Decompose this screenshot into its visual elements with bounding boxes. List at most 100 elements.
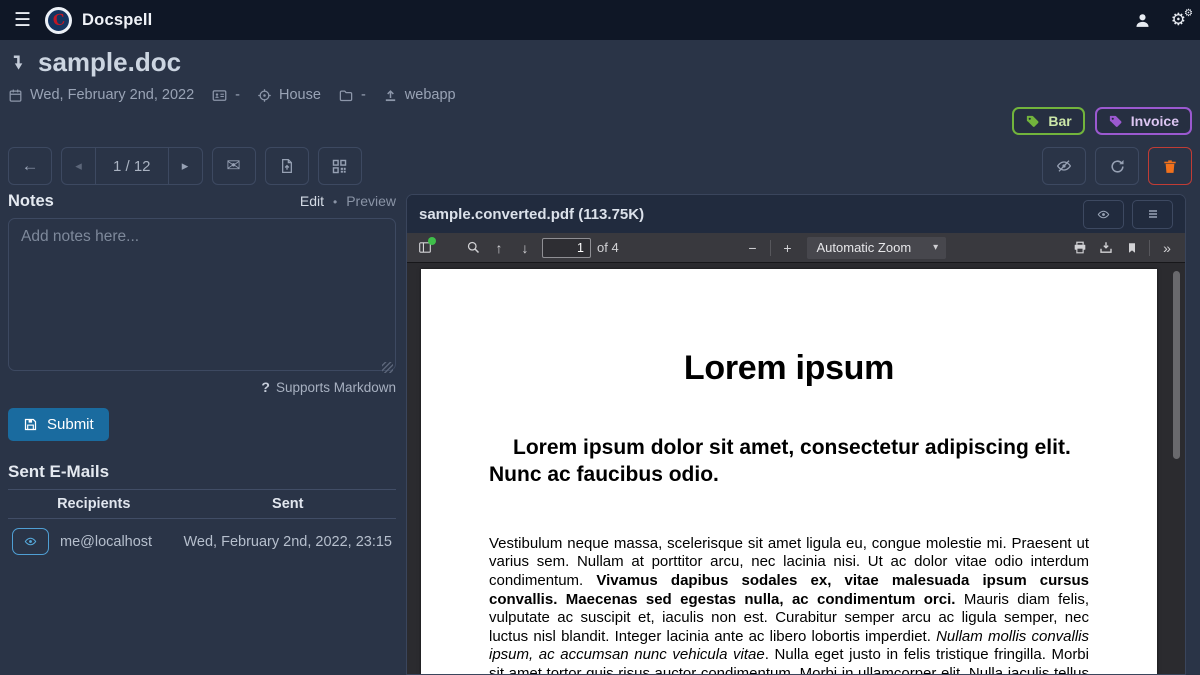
envelope-icon: ✉ (226, 156, 240, 176)
notes-heading: Notes (8, 192, 54, 211)
send-mail-button[interactable]: ✉ (212, 147, 256, 185)
print-button[interactable] (1067, 236, 1093, 260)
menu-bars-icon (1146, 208, 1160, 220)
qr-code-button[interactable] (318, 147, 362, 185)
tools-expand-button[interactable]: » (1154, 236, 1180, 260)
sent-emails-table: Recipients Sent me (8, 489, 396, 561)
zoom-in-button[interactable]: + (775, 236, 801, 260)
brand-link[interactable]: C Docspell (45, 7, 152, 34)
crosshair-icon (257, 88, 272, 103)
zoom-level-value: Automatic Zoom (817, 240, 912, 255)
document-title-text: sample.doc (38, 47, 181, 78)
markdown-hint: ? Supports Markdown (8, 379, 396, 395)
find-button[interactable] (460, 236, 486, 260)
page-down-button[interactable]: ↓ (512, 236, 538, 260)
attachment-filename: sample.converted.pdf (113.75K) (419, 206, 644, 223)
notification-dot (428, 237, 436, 245)
back-button[interactable]: ← (8, 147, 52, 185)
sent-email-row: me@localhost Wed, February 2nd, 2022, 23… (8, 519, 396, 562)
download-button[interactable] (1093, 236, 1119, 260)
meta-correspondent: - (211, 87, 240, 103)
add-files-button[interactable] (265, 147, 309, 185)
download-arrow-icon (8, 52, 28, 74)
notes-input[interactable] (8, 218, 396, 371)
attachment-preview-panel: sample.converted.pdf (113.75K) (406, 194, 1186, 675)
meta-date-text: Wed, February 2nd, 2022 (30, 87, 194, 103)
meta-concerning-text: House (279, 87, 321, 103)
pagination-control: ◂ 1 / 12 ▸ (61, 147, 203, 185)
docspell-logo: C (45, 7, 72, 34)
pdf-scrollbar-thumb[interactable] (1173, 271, 1180, 459)
view-email-button[interactable] (12, 528, 49, 555)
next-icon: ▸ (182, 158, 189, 174)
pdfjs-toolbar: ↑ ↓ of 4 − + Automatic Zoom ▾ (407, 233, 1185, 263)
eye-icon (1096, 208, 1111, 221)
toolbar-right-group (1042, 147, 1192, 185)
folder-icon (338, 88, 354, 103)
reprocess-button[interactable] (1095, 147, 1139, 185)
page-indicator: 1 / 12 (96, 148, 168, 184)
notes-edit-link[interactable]: Edit (300, 193, 324, 209)
bookmark-button[interactable] (1119, 236, 1145, 260)
meta-correspondent-text: - (235, 87, 240, 103)
email-sent-date: Wed, February 2nd, 2022, 23:15 (179, 519, 396, 562)
meta-date: Wed, February 2nd, 2022 (8, 87, 194, 103)
bookmark-icon (1126, 241, 1138, 255)
back-arrow-icon: ← (22, 156, 39, 176)
tag-icon (1025, 114, 1040, 129)
markdown-help-icon[interactable]: ? (261, 379, 270, 395)
meta-folder-text: - (361, 87, 366, 103)
notes-preview-link[interactable]: Preview (346, 193, 396, 209)
user-icon[interactable] (1134, 12, 1151, 29)
chevron-down-icon: ▾ (933, 242, 938, 253)
pdf-page: Lorem ipsum Lorem ipsum dolor sit amet, … (421, 269, 1157, 674)
download-icon (1098, 240, 1114, 255)
settings-gears-icon[interactable]: ⚙ ⚙ (1171, 10, 1186, 30)
save-icon (23, 417, 38, 432)
sidebar-toggle-button[interactable] (412, 236, 438, 260)
brand-name: Docspell (82, 11, 152, 30)
attachment-menu-button[interactable] (1132, 200, 1173, 229)
attachment-view-button[interactable] (1083, 200, 1124, 229)
pdf-viewer-area: Lorem ipsum Lorem ipsum dolor sit amet, … (407, 263, 1185, 674)
submit-notes-button[interactable]: Submit (8, 408, 109, 441)
delete-button[interactable] (1148, 147, 1192, 185)
page-count-label: of 4 (597, 240, 619, 255)
upload-icon (383, 88, 398, 103)
zoom-out-button[interactable]: − (740, 236, 766, 260)
qr-code-icon (331, 158, 348, 175)
column-recipients: Recipients (8, 490, 179, 519)
unconfirm-button[interactable] (1042, 147, 1086, 185)
zoom-level-select[interactable]: Automatic Zoom ▾ (807, 237, 947, 259)
email-recipient: me@localhost (60, 534, 152, 550)
pdf-document-heading: Lorem ipsum dolor sit amet, consectetur … (489, 435, 1089, 489)
tag-bar[interactable]: Bar (1012, 107, 1084, 135)
textarea-resize-handle[interactable] (382, 362, 393, 373)
hamburger-menu-icon[interactable]: ☰ (14, 11, 31, 30)
tags-row: Bar Invoice (1012, 107, 1192, 135)
eye-slash-icon (1055, 158, 1073, 174)
tag-label: Invoice (1131, 113, 1179, 129)
meta-source-text: webapp (405, 87, 456, 103)
column-sent: Sent (179, 490, 396, 519)
sent-emails-heading: Sent E-Mails (8, 462, 396, 482)
meta-source: webapp (383, 87, 456, 103)
next-item-button[interactable]: ▸ (168, 148, 202, 184)
item-toolbar: ← ◂ 1 / 12 ▸ ✉ (8, 147, 1192, 185)
prev-item-button[interactable]: ◂ (62, 148, 96, 184)
page-up-button[interactable]: ↑ (486, 236, 512, 260)
document-header: sample.doc Wed, February 2nd, 2022 (8, 47, 456, 103)
submit-label: Submit (47, 416, 94, 433)
tag-invoice[interactable]: Invoice (1095, 107, 1192, 135)
markdown-hint-text[interactable]: Supports Markdown (276, 380, 396, 395)
tag-icon (1108, 114, 1123, 129)
page-number-input[interactable] (542, 238, 591, 258)
pdf-document-title: Lorem ipsum (489, 349, 1089, 388)
docspell-app: ☰ C Docspell ⚙ ⚙ s (0, 0, 1200, 675)
file-upload-icon (279, 157, 295, 175)
address-card-icon (211, 88, 228, 103)
pdf-paragraph: Vestibulum neque massa, scelerisque sit … (489, 535, 1089, 674)
tag-label: Bar (1048, 113, 1071, 129)
document-meta-row: Wed, February 2nd, 2022 - (8, 87, 456, 103)
top-navbar: ☰ C Docspell ⚙ ⚙ (0, 0, 1200, 40)
